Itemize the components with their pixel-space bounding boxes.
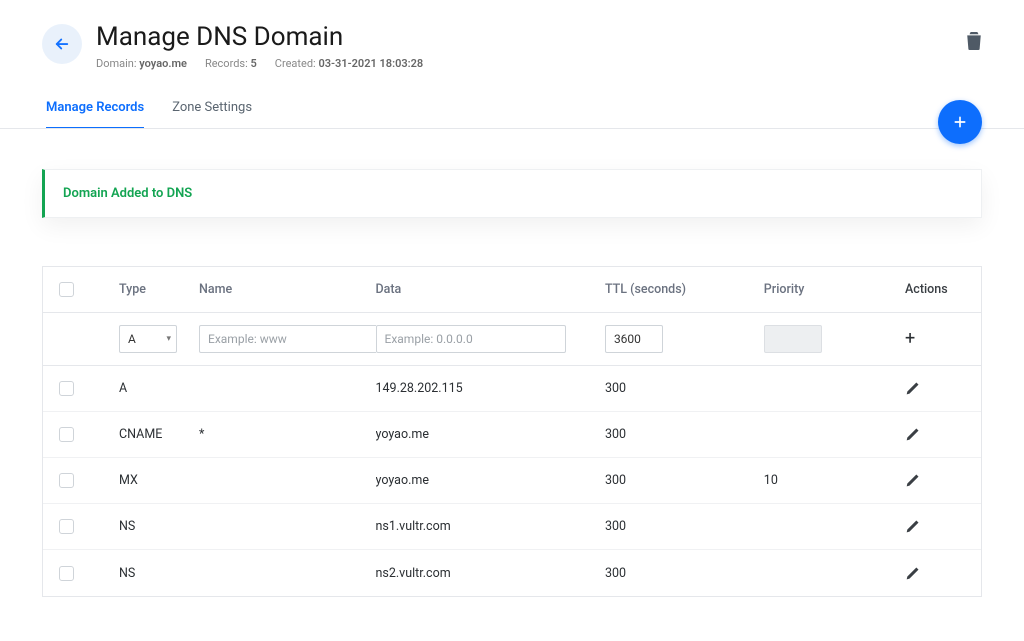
edit-button[interactable] (905, 473, 920, 488)
edit-button[interactable] (905, 566, 920, 581)
pencil-icon (905, 381, 920, 396)
back-button[interactable] (42, 24, 82, 64)
select-all-checkbox[interactable] (59, 282, 74, 297)
cell-data: ns2.vultr.com (376, 566, 605, 581)
cell-data: 149.28.202.115 (376, 381, 605, 396)
table-header-row: Type Name Data TTL (seconds) Priority Ac… (43, 267, 981, 313)
pencil-icon (905, 519, 920, 534)
cell-data: yoyao.me (376, 473, 605, 488)
page-title: Manage DNS Domain (96, 22, 952, 53)
edit-button[interactable] (905, 519, 920, 534)
cell-type: NS (119, 566, 199, 581)
table-row: MX yoyao.me 300 10 (43, 458, 981, 504)
cell-type: MX (119, 473, 199, 488)
delete-button[interactable] (966, 32, 982, 54)
tabs-divider (0, 128, 1024, 129)
cell-ttl: 300 (605, 519, 764, 534)
arrow-left-icon (53, 35, 71, 53)
row-checkbox[interactable] (59, 519, 74, 534)
cell-ttl: 300 (605, 427, 764, 442)
col-data: Data (376, 282, 605, 297)
col-priority: Priority (764, 282, 905, 297)
cell-priority: 10 (764, 473, 905, 488)
new-ttl-input[interactable] (605, 325, 663, 353)
plus-icon (952, 114, 968, 130)
header-meta: Domain: yoyao.me Records: 5 Created: 03-… (96, 57, 952, 70)
dns-records-table: Type Name Data TTL (seconds) Priority Ac… (42, 266, 982, 597)
table-row: A 149.28.202.115 300 (43, 366, 981, 412)
row-checkbox[interactable] (59, 381, 74, 396)
col-actions: Actions (905, 282, 965, 297)
cell-data: ns1.vultr.com (376, 519, 605, 534)
pencil-icon (905, 427, 920, 442)
edit-button[interactable] (905, 381, 920, 396)
add-record-fab[interactable] (938, 100, 982, 144)
edit-button[interactable] (905, 427, 920, 442)
row-checkbox[interactable] (59, 473, 74, 488)
cell-data: yoyao.me (376, 427, 605, 442)
cell-name: * (199, 427, 376, 442)
table-row: NS ns1.vultr.com 300 (43, 504, 981, 550)
cell-ttl: 300 (605, 473, 764, 488)
table-row: CNAME * yoyao.me 300 (43, 412, 981, 458)
table-row: NS ns2.vultr.com 300 (43, 550, 981, 596)
row-checkbox[interactable] (59, 427, 74, 442)
row-checkbox[interactable] (59, 566, 74, 581)
new-priority-input (764, 325, 822, 353)
cell-ttl: 300 (605, 381, 764, 396)
new-record-row: A ▾ + (43, 313, 981, 366)
tab-zone-settings[interactable]: Zone Settings (172, 100, 252, 129)
new-type-select[interactable]: A (119, 325, 177, 353)
cell-type: NS (119, 519, 199, 534)
pencil-icon (905, 473, 920, 488)
cell-type: A (119, 381, 199, 396)
cell-ttl: 300 (605, 566, 764, 581)
col-name: Name (199, 282, 376, 297)
success-alert: Domain Added to DNS (42, 169, 982, 218)
add-record-button[interactable]: + (905, 330, 915, 348)
cell-type: CNAME (119, 427, 199, 442)
col-ttl: TTL (seconds) (605, 282, 764, 297)
col-type: Type (119, 282, 199, 297)
tab-manage-records[interactable]: Manage Records (46, 100, 144, 129)
new-name-input[interactable] (199, 325, 376, 353)
trash-icon (966, 32, 982, 50)
new-data-input[interactable] (376, 325, 566, 353)
pencil-icon (905, 566, 920, 581)
